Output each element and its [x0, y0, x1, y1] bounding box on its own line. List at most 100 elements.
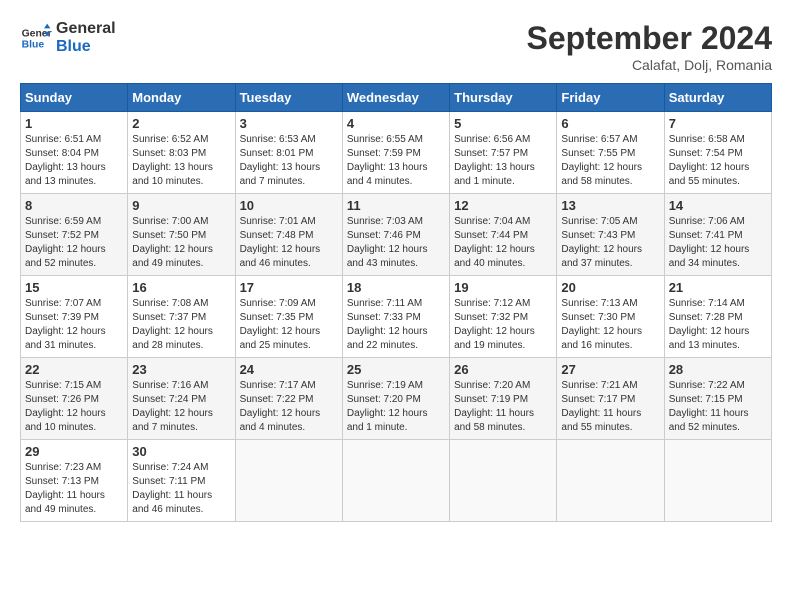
calendar-week-row: 8 Sunrise: 6:59 AM Sunset: 7:52 PM Daylig…	[21, 194, 772, 276]
day-number: 10	[240, 198, 338, 213]
calendar-cell: 22 Sunrise: 7:15 AM Sunset: 7:26 PM Dayli…	[21, 358, 128, 440]
day-info: Sunrise: 7:03 AM Sunset: 7:46 PM Dayligh…	[347, 215, 445, 271]
calendar-cell: 2 Sunrise: 6:52 AM Sunset: 8:03 PM Daylig…	[128, 112, 235, 194]
weekday-header: Tuesday	[235, 84, 342, 112]
calendar-week-row: 1 Sunrise: 6:51 AM Sunset: 8:04 PM Daylig…	[21, 112, 772, 194]
calendar-cell	[235, 440, 342, 522]
calendar-cell: 26 Sunrise: 7:20 AM Sunset: 7:19 PM Dayli…	[450, 358, 557, 440]
calendar-cell: 11 Sunrise: 7:03 AM Sunset: 7:46 PM Dayli…	[342, 194, 449, 276]
day-number: 21	[669, 280, 767, 295]
day-number: 2	[132, 116, 230, 131]
calendar-cell: 1 Sunrise: 6:51 AM Sunset: 8:04 PM Daylig…	[21, 112, 128, 194]
day-number: 1	[25, 116, 123, 131]
day-info: Sunrise: 7:24 AM Sunset: 7:11 PM Dayligh…	[132, 461, 230, 517]
day-number: 22	[25, 362, 123, 377]
day-info: Sunrise: 7:14 AM Sunset: 7:28 PM Dayligh…	[669, 297, 767, 353]
page-header: General Blue General Blue September 2024…	[20, 20, 772, 73]
calendar-body: 1 Sunrise: 6:51 AM Sunset: 8:04 PM Daylig…	[21, 112, 772, 522]
day-number: 12	[454, 198, 552, 213]
calendar-table: SundayMondayTuesdayWednesdayThursdayFrid…	[20, 83, 772, 522]
calendar-cell: 17Sunrise: 7:09 AM Sunset: 7:35 PM Dayli…	[235, 276, 342, 358]
calendar-cell: 30 Sunrise: 7:24 AM Sunset: 7:11 PM Dayli…	[128, 440, 235, 522]
weekday-header: Sunday	[21, 84, 128, 112]
day-number: 23	[132, 362, 230, 377]
calendar-week-row: 15 Sunrise: 7:07 AM Sunset: 7:39 PM Dayli…	[21, 276, 772, 358]
day-info: Sunrise: 7:21 AM Sunset: 7:17 PM Dayligh…	[561, 379, 659, 435]
day-info: Sunrise: 7:07 AM Sunset: 7:39 PM Dayligh…	[25, 297, 123, 353]
day-info: Sunrise: 7:00 AM Sunset: 7:50 PM Dayligh…	[132, 215, 230, 271]
day-number: 5	[454, 116, 552, 131]
calendar-cell	[664, 440, 771, 522]
calendar-header-row: SundayMondayTuesdayWednesdayThursdayFrid…	[21, 84, 772, 112]
day-info: Sunrise: 7:15 AM Sunset: 7:26 PM Dayligh…	[25, 379, 123, 435]
day-info: Sunrise: 7:11 AM Sunset: 7:33 PM Dayligh…	[347, 297, 445, 353]
day-info: Sunrise: 6:51 AM Sunset: 8:04 PM Dayligh…	[25, 133, 123, 189]
logo-line2: Blue	[56, 38, 116, 56]
calendar-cell: 7Sunrise: 6:58 AM Sunset: 7:54 PM Daylig…	[664, 112, 771, 194]
weekday-header: Friday	[557, 84, 664, 112]
day-info: Sunrise: 7:12 AM Sunset: 7:32 PM Dayligh…	[454, 297, 552, 353]
calendar-cell: 9Sunrise: 7:00 AM Sunset: 7:50 PM Daylig…	[128, 194, 235, 276]
day-info: Sunrise: 7:20 AM Sunset: 7:19 PM Dayligh…	[454, 379, 552, 435]
day-number: 17	[240, 280, 338, 295]
weekday-header: Wednesday	[342, 84, 449, 112]
calendar-cell: 29 Sunrise: 7:23 AM Sunset: 7:13 PM Dayli…	[21, 440, 128, 522]
day-info: Sunrise: 7:22 AM Sunset: 7:15 PM Dayligh…	[669, 379, 767, 435]
location-subtitle: Calafat, Dolj, Romania	[527, 57, 772, 73]
day-number: 30	[132, 444, 230, 459]
day-number: 14	[669, 198, 767, 213]
day-info: Sunrise: 7:01 AM Sunset: 7:48 PM Dayligh…	[240, 215, 338, 271]
calendar-week-row: 22 Sunrise: 7:15 AM Sunset: 7:26 PM Dayli…	[21, 358, 772, 440]
calendar-cell: 20Sunrise: 7:13 AM Sunset: 7:30 PM Dayli…	[557, 276, 664, 358]
weekday-header: Saturday	[664, 84, 771, 112]
day-info: Sunrise: 7:06 AM Sunset: 7:41 PM Dayligh…	[669, 215, 767, 271]
calendar-cell: 27 Sunrise: 7:21 AM Sunset: 7:17 PM Dayli…	[557, 358, 664, 440]
day-number: 11	[347, 198, 445, 213]
day-number: 3	[240, 116, 338, 131]
day-number: 24	[240, 362, 338, 377]
logo: General Blue General Blue	[20, 20, 116, 55]
calendar-cell: 14 Sunrise: 7:06 AM Sunset: 7:41 PM Dayli…	[664, 194, 771, 276]
day-info: Sunrise: 7:23 AM Sunset: 7:13 PM Dayligh…	[25, 461, 123, 517]
day-number: 7	[669, 116, 767, 131]
calendar-cell: 19 Sunrise: 7:12 AM Sunset: 7:32 PM Dayli…	[450, 276, 557, 358]
svg-text:Blue: Blue	[22, 39, 45, 50]
title-block: September 2024 Calafat, Dolj, Romania	[527, 20, 772, 73]
calendar-cell: 25Sunrise: 7:19 AM Sunset: 7:20 PM Dayli…	[342, 358, 449, 440]
day-number: 26	[454, 362, 552, 377]
day-number: 27	[561, 362, 659, 377]
day-number: 28	[669, 362, 767, 377]
day-number: 18	[347, 280, 445, 295]
calendar-cell: 3Sunrise: 6:53 AM Sunset: 8:01 PM Daylig…	[235, 112, 342, 194]
calendar-cell: 10 Sunrise: 7:01 AM Sunset: 7:48 PM Dayli…	[235, 194, 342, 276]
day-info: Sunrise: 7:16 AM Sunset: 7:24 PM Dayligh…	[132, 379, 230, 435]
calendar-cell: 12 Sunrise: 7:04 AM Sunset: 7:44 PM Dayli…	[450, 194, 557, 276]
day-info: Sunrise: 6:55 AM Sunset: 7:59 PM Dayligh…	[347, 133, 445, 189]
day-info: Sunrise: 7:04 AM Sunset: 7:44 PM Dayligh…	[454, 215, 552, 271]
day-number: 13	[561, 198, 659, 213]
day-number: 4	[347, 116, 445, 131]
calendar-cell: 8 Sunrise: 6:59 AM Sunset: 7:52 PM Daylig…	[21, 194, 128, 276]
day-info: Sunrise: 6:59 AM Sunset: 7:52 PM Dayligh…	[25, 215, 123, 271]
day-number: 8	[25, 198, 123, 213]
calendar-cell: 13 Sunrise: 7:05 AM Sunset: 7:43 PM Dayli…	[557, 194, 664, 276]
calendar-cell	[450, 440, 557, 522]
calendar-cell: 4 Sunrise: 6:55 AM Sunset: 7:59 PM Daylig…	[342, 112, 449, 194]
calendar-cell: 28 Sunrise: 7:22 AM Sunset: 7:15 PM Dayli…	[664, 358, 771, 440]
day-number: 29	[25, 444, 123, 459]
calendar-cell: 5Sunrise: 6:56 AM Sunset: 7:57 PM Daylig…	[450, 112, 557, 194]
calendar-cell: 15 Sunrise: 7:07 AM Sunset: 7:39 PM Dayli…	[21, 276, 128, 358]
day-number: 16	[132, 280, 230, 295]
day-number: 15	[25, 280, 123, 295]
day-number: 19	[454, 280, 552, 295]
day-info: Sunrise: 7:05 AM Sunset: 7:43 PM Dayligh…	[561, 215, 659, 271]
day-info: Sunrise: 7:17 AM Sunset: 7:22 PM Dayligh…	[240, 379, 338, 435]
day-info: Sunrise: 7:13 AM Sunset: 7:30 PM Dayligh…	[561, 297, 659, 353]
day-info: Sunrise: 7:08 AM Sunset: 7:37 PM Dayligh…	[132, 297, 230, 353]
calendar-cell: 6Sunrise: 6:57 AM Sunset: 7:55 PM Daylig…	[557, 112, 664, 194]
day-number: 25	[347, 362, 445, 377]
day-info: Sunrise: 6:52 AM Sunset: 8:03 PM Dayligh…	[132, 133, 230, 189]
calendar-cell: 16 Sunrise: 7:08 AM Sunset: 7:37 PM Dayli…	[128, 276, 235, 358]
calendar-cell: 23 Sunrise: 7:16 AM Sunset: 7:24 PM Dayli…	[128, 358, 235, 440]
day-info: Sunrise: 6:57 AM Sunset: 7:55 PM Dayligh…	[561, 133, 659, 189]
